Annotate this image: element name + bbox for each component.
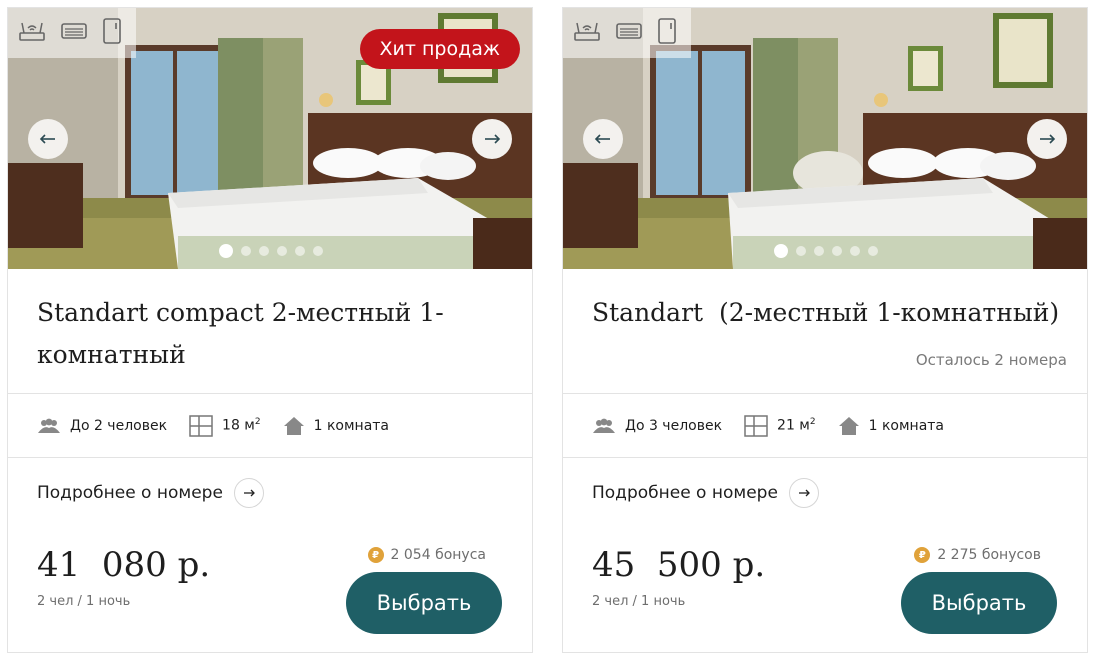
select-room-button[interactable]: Выбрать (901, 572, 1057, 634)
gallery-dot[interactable] (241, 246, 251, 256)
gallery-next-button[interactable] (1027, 119, 1067, 159)
gallery-pagination (774, 244, 878, 258)
room-card-standart: Standart (2-местный 1-комнатный) Осталос… (562, 7, 1088, 653)
bonus-info: ₽ 2 275 бонусов (914, 547, 1041, 563)
area-label: 18 м2 (222, 417, 261, 434)
arrow-left-icon (39, 134, 55, 144)
room-details-label: Подробнее о номере (592, 483, 778, 503)
gallery-dot[interactable] (277, 246, 287, 256)
gallery-dot[interactable] (850, 246, 860, 256)
gallery-dot[interactable] (814, 246, 824, 256)
wifi-router-icon (18, 20, 46, 46)
feature-guests: До 2 человек (37, 418, 167, 434)
bonus-coin-icon: ₽ (914, 547, 931, 563)
room-title-area: Standart compact 2-местный 1-комнатный (8, 269, 532, 394)
bestseller-badge: Хит продаж (359, 29, 520, 69)
gallery-dot[interactable] (295, 246, 305, 256)
room-title: Standart (2-местный 1-комнатный) (592, 298, 1060, 327)
floor-plan-icon (189, 414, 213, 437)
gallery-prev-button[interactable] (28, 119, 68, 159)
room-features: До 3 человек 21 м2 1 комната (563, 394, 1087, 458)
gallery-dot[interactable] (219, 244, 233, 258)
guests-label: До 2 человек (70, 417, 168, 434)
feature-area: 21 м2 (744, 414, 816, 437)
arrow-right-icon (788, 478, 819, 508)
bonus-label: 2 054 бонуса (390, 547, 486, 563)
room-price: 45 500 р. (592, 545, 766, 585)
price-basis: 2 чел / 1 ночь (37, 594, 131, 609)
area-label: 21 м2 (777, 417, 816, 434)
arrow-right-icon (1040, 134, 1056, 144)
bonus-label: 2 275 бонусов (937, 547, 1041, 563)
feature-area: 18 м2 (189, 414, 261, 437)
guests-label: До 3 человек (625, 417, 723, 434)
room-details-link[interactable]: Подробнее о номере (592, 478, 819, 508)
room-card-standart-compact: Хит продаж Standart compact 2-местный 1-… (7, 7, 533, 653)
gallery-dot[interactable] (774, 244, 788, 258)
feature-rooms: 1 комната (283, 416, 389, 436)
air-conditioner-icon (615, 21, 643, 45)
gallery-dot[interactable] (313, 246, 323, 256)
room-photo-gallery[interactable]: Хит продаж (8, 8, 532, 269)
select-room-button[interactable]: Выбрать (346, 572, 502, 634)
people-icon (592, 418, 616, 434)
amenities-bar (8, 8, 136, 58)
gallery-dot[interactable] (796, 246, 806, 256)
bonus-info: ₽ 2 054 бонуса (367, 547, 486, 563)
room-title-area: Standart (2-местный 1-комнатный) Осталос… (563, 269, 1087, 394)
room-photo-gallery[interactable] (563, 8, 1087, 269)
arrow-right-icon (485, 134, 501, 144)
wifi-router-icon (573, 20, 601, 46)
price-basis: 2 чел / 1 ночь (592, 594, 686, 609)
bonus-coin-icon: ₽ (367, 547, 384, 563)
gallery-dot[interactable] (868, 246, 878, 256)
room-title: Standart compact 2-местный 1-комнатный (37, 298, 444, 369)
gallery-pagination (219, 244, 323, 258)
floor-plan-icon (744, 414, 768, 437)
gallery-dot[interactable] (832, 246, 842, 256)
house-icon (838, 416, 860, 436)
amenities-bar (563, 8, 691, 58)
people-icon (37, 418, 61, 434)
gallery-next-button[interactable] (472, 119, 512, 159)
arrow-left-icon (594, 134, 610, 144)
air-conditioner-icon (60, 21, 88, 45)
rooms-label: 1 комната (313, 417, 390, 434)
refrigerator-icon (657, 17, 677, 49)
room-features: До 2 человек 18 м2 1 комната (8, 394, 532, 458)
house-icon (283, 416, 305, 436)
room-details-label: Подробнее о номере (37, 483, 223, 503)
feature-rooms: 1 комната (838, 416, 944, 436)
rooms-label: 1 комната (868, 417, 945, 434)
refrigerator-icon (102, 17, 122, 49)
arrow-right-icon (233, 478, 264, 508)
room-price: 41 080 р. (37, 545, 211, 585)
rooms-remaining: Осталось 2 номера (915, 351, 1067, 369)
gallery-dot[interactable] (259, 246, 269, 256)
gallery-prev-button[interactable] (583, 119, 623, 159)
feature-guests: До 3 человек (592, 418, 722, 434)
room-details-link[interactable]: Подробнее о номере (37, 478, 264, 508)
